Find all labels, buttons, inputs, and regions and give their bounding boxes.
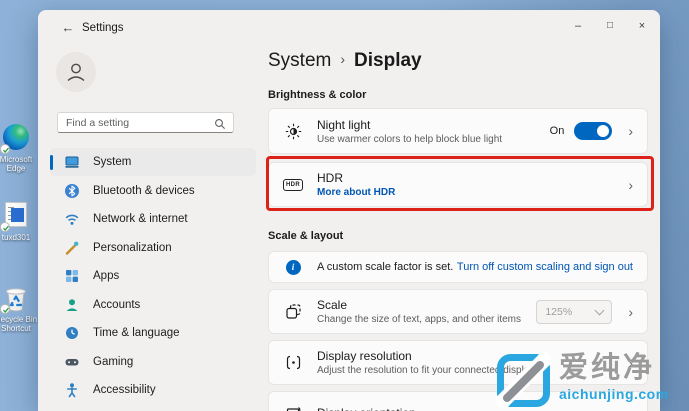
sidebar-item-label: Apps (93, 270, 120, 282)
night-light-icon (283, 123, 303, 140)
apps-grid-icon (64, 268, 80, 284)
sidebar-item-label: Accessibility (93, 384, 156, 396)
turn-off-custom-scaling-link[interactable]: Turn off custom scaling and sign out (457, 261, 633, 273)
night-light-title: Night light (317, 117, 371, 132)
settings-window: ← Settings – □ × System Bluetooth & devi (38, 10, 660, 411)
system-icon (64, 154, 80, 170)
hdr-row[interactable]: HDR HDR More about HDR › (268, 162, 648, 207)
toggle-knob (597, 125, 610, 137)
scale-desc: Change the size of text, apps, and other… (317, 314, 522, 325)
avatar[interactable] (56, 52, 96, 92)
wifi-icon (64, 211, 80, 227)
scale-row[interactable]: Scale Change the size of text, apps, and… (268, 289, 648, 334)
sync-check-badge (0, 222, 10, 232)
window-title: Settings (82, 22, 124, 34)
toggle-state-label: On (549, 125, 565, 137)
display-resolution-desc: Adjust the resolution to fit your connec… (317, 365, 535, 376)
sidebar-item-accounts[interactable]: Accounts (50, 291, 256, 319)
desktop-icon-recycle-bin[interactable]: Recycle Bin Shortcut (0, 284, 40, 333)
chevron-right-icon: › (628, 176, 633, 193)
scale-title: Scale (317, 298, 348, 312)
sidebar-nav: System Bluetooth & devices Network & int… (50, 148, 256, 405)
breadcrumb-system[interactable]: System (268, 50, 331, 71)
sidebar-item-personalization[interactable]: Personalization (50, 234, 256, 262)
sidebar-item-label: System (93, 156, 132, 168)
search-icon (214, 117, 226, 135)
sidebar-item-label: Gaming (93, 355, 134, 368)
night-light-desc: Use warmer colors to help block blue lig… (317, 133, 503, 145)
desktop-icon-label: tuxd301 (1, 233, 31, 242)
display-resolution-title: Display resolution (317, 349, 412, 363)
display-resolution-icon (283, 354, 303, 371)
breadcrumb-display: Display (354, 50, 422, 71)
sidebar-item-bluetooth-devices[interactable]: Bluetooth & devices (50, 177, 256, 205)
desktop-icon-edge[interactable]: Microsoft Edge (0, 123, 40, 173)
sidebar-item-gaming[interactable]: Gaming (50, 348, 256, 376)
window-controls: – □ × (562, 15, 658, 37)
sidebar-item-label: Accounts (93, 298, 141, 311)
bluetooth-icon (64, 183, 80, 199)
sidebar-item-label: Time & language (93, 327, 180, 339)
sidebar-item-system[interactable]: System (50, 148, 256, 176)
brush-icon (64, 240, 80, 256)
account-person-icon (64, 297, 80, 313)
display-orientation-row[interactable]: Display orientation (268, 391, 648, 411)
clock-icon (64, 325, 80, 341)
scale-icon (283, 303, 303, 320)
display-orientation-icon (283, 405, 303, 411)
custom-scale-text: A custom scale factor is set. (317, 261, 454, 273)
desktop-icon-label: Microsoft Edge (0, 155, 33, 173)
breadcrumb: System › Display (268, 50, 422, 72)
scale-value: 125% (545, 305, 573, 318)
chevron-right-icon: › (628, 123, 633, 139)
gamepad-icon (64, 354, 80, 370)
hdr-icon: HDR (283, 178, 303, 191)
info-icon: i (283, 259, 303, 275)
desktop-icon-installer[interactable]: tuxd301 (0, 201, 40, 242)
display-resolution-row[interactable]: Display resolution Adjust the resolution… (268, 340, 648, 385)
night-light-row[interactable]: Night light Use warmer colors to help bl… (268, 108, 648, 154)
breadcrumb-separator: › (340, 51, 346, 67)
sidebar-item-label: Network & internet (93, 213, 188, 225)
maximize-button[interactable]: □ (594, 15, 626, 37)
sidebar-item-label: Bluetooth & devices (93, 184, 195, 197)
chevron-right-icon: › (628, 354, 633, 371)
close-button[interactable]: × (626, 15, 658, 37)
person-icon (67, 63, 85, 82)
minimize-button[interactable]: – (562, 15, 594, 37)
desktop-icon-label: Recycle Bin Shortcut (0, 315, 38, 333)
display-orientation-title: Display orientation (317, 406, 633, 411)
chevron-down-icon (594, 305, 605, 315)
search-input[interactable] (58, 113, 233, 133)
hdr-title: HDR (317, 171, 343, 185)
sidebar-item-apps[interactable]: Apps (50, 262, 256, 290)
accessibility-person-icon (64, 382, 80, 398)
hdr-more-link[interactable]: More about HDR (317, 187, 612, 198)
scale-dropdown[interactable]: 125% (536, 299, 613, 324)
sync-check-badge (0, 144, 10, 154)
section-scale-layout: Scale & layout (268, 230, 344, 242)
night-light-toggle[interactable] (574, 122, 613, 140)
back-button[interactable]: ← (58, 18, 78, 38)
section-brightness-color: Brightness & color (268, 89, 367, 101)
sidebar-item-time-language[interactable]: Time & language (50, 319, 256, 347)
sidebar-item-accessibility[interactable]: Accessibility (50, 376, 256, 404)
sidebar-item-network-internet[interactable]: Network & internet (50, 205, 256, 233)
custom-scale-banner: i A custom scale factor is set. Turn off… (268, 251, 648, 283)
sync-check-badge (0, 304, 10, 314)
search-box[interactable] (57, 112, 234, 133)
chevron-right-icon: › (628, 303, 633, 320)
sidebar-item-label: Personalization (93, 241, 172, 254)
